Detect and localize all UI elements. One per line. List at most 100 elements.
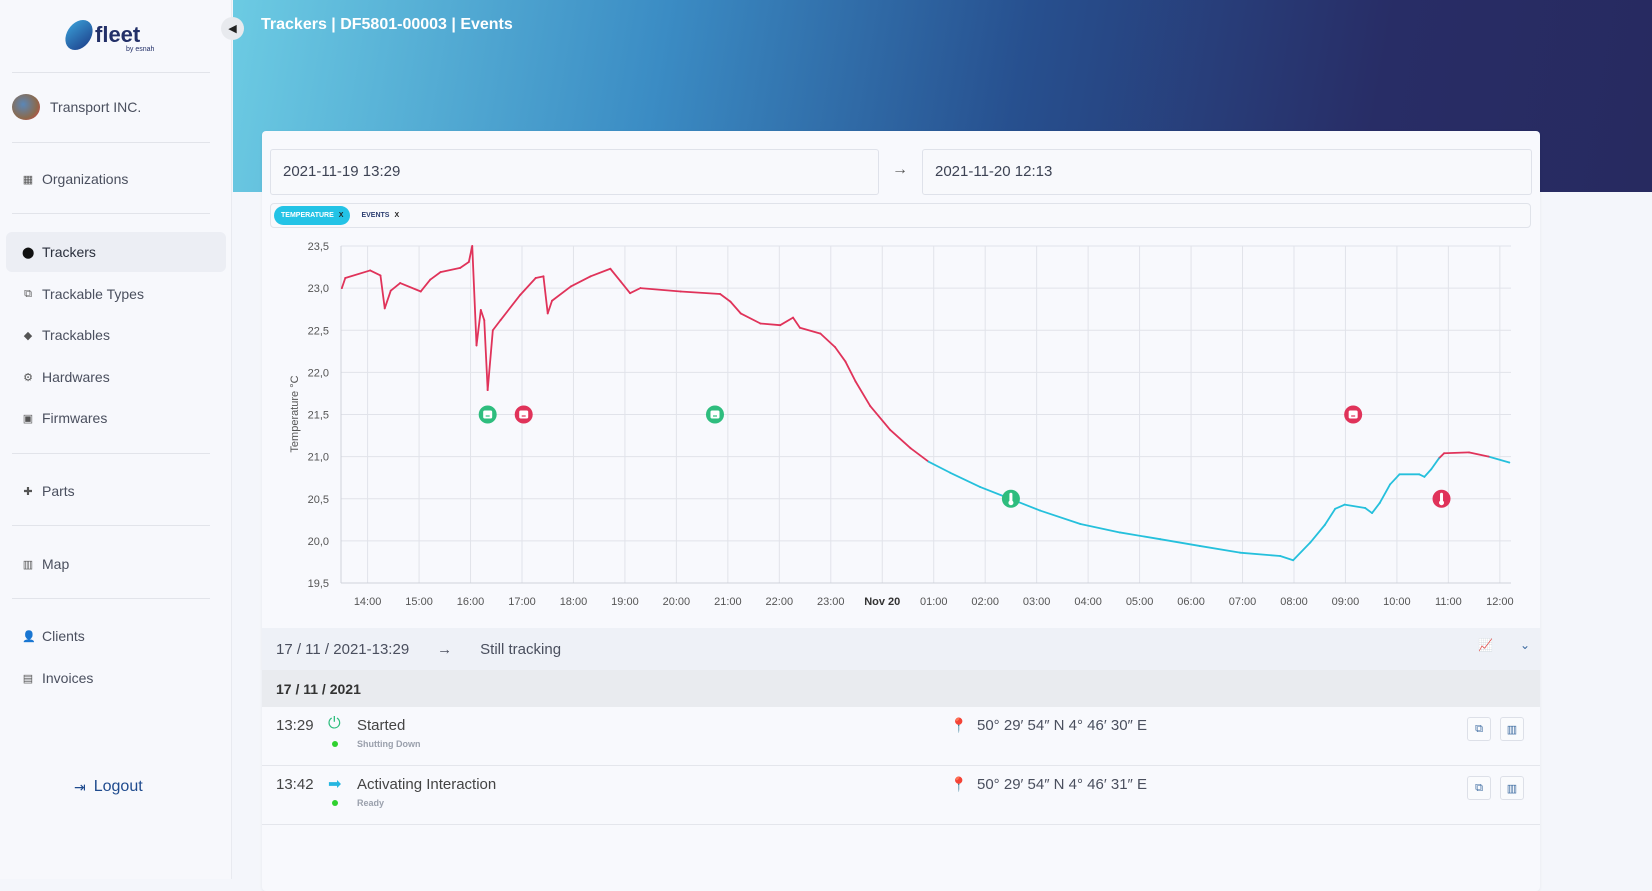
event-state: Ready [357,798,385,808]
arrow-right-icon: ➡ [328,776,342,793]
x-tick-label: 06:00 [1177,596,1205,608]
chart-toggle-icon[interactable]: 📈 [1478,638,1493,652]
thermometer-bulb [1008,500,1014,506]
temperature-data-point [1508,461,1511,464]
divider [12,213,210,214]
sidebar-item-organizations[interactable]: ▦ Organizations [6,159,226,199]
temperature-data-point [1423,475,1426,478]
temperature-data-point [1398,473,1401,476]
temperature-alert-marker[interactable] [1001,489,1020,508]
organization-switcher[interactable]: Transport INC. [12,94,141,120]
x-tick-label: 22:00 [766,596,794,608]
start-date-input[interactable]: 2021-11-19 13:29 [270,149,879,195]
nav-label: Trackers [42,244,96,260]
temperature-data-point [719,293,722,295]
nav-label: Parts [42,483,75,499]
temperature-data-point [1468,451,1470,454]
fleet-logo[interactable]: fleet by esnah [61,20,154,53]
sidebar-item-trackable-types[interactable]: ⧉ Trackable Types [6,274,226,314]
x-tick-label: 19:00 [611,596,639,608]
temperature-data-point [629,292,631,295]
temperature-chart[interactable]: 19,5 20,0 20,5 21,0 21,5 22,0 22,5 23,0 23,5 14:0… [262,236,1540,616]
sidebar-item-invoices[interactable]: ▤ Invoices [6,658,226,698]
sidebar-item-trackables[interactable]: ◆ Trackables [6,315,226,355]
chevron-down-icon[interactable]: ⌄ [1520,638,1530,652]
divider [12,72,210,73]
sidebar-item-trackers[interactable]: ⬤ Trackers [6,232,226,272]
event-row[interactable]: 13:29 ⏻ Started Shutting Down 📍 50° 29′ … [262,707,1540,766]
sidebar-item-firmwares[interactable]: ▣ Firmwares [6,398,226,438]
logo-subtext: by esnah [126,46,155,53]
temperature-data-point [475,344,478,347]
nav-label: Firmwares [42,410,108,426]
temperature-data-point [534,277,537,279]
remove-filter-icon[interactable]: X [394,212,399,219]
box-icon [1348,410,1358,419]
temperature-data-point [1364,507,1367,509]
nav-label: Trackable Types [42,286,144,302]
event-marker[interactable] [478,405,497,424]
temperature-data-point [979,486,981,488]
copy-button[interactable]: ⧉ [1467,717,1491,741]
event-coordinates: 50° 29′ 54″ N 4° 46′ 31″ E [977,776,1148,793]
tracking-end: Still tracking [480,640,562,658]
temperature-data-point [429,278,432,281]
x-tick-label: 01:00 [920,596,948,608]
map-button[interactable]: ▥ [1500,776,1524,800]
x-tick-label: 23:00 [817,596,845,608]
event-marker[interactable] [705,405,724,424]
temperature-data-point [1159,538,1162,541]
event-row[interactable]: 13:42 ➡ Activating Interaction Ready 📍 5… [262,766,1540,825]
logout-button[interactable]: ⇥ Logout [74,778,143,796]
sidebar-item-map[interactable]: ▥ Map [6,544,226,584]
y-tick-label: 19,5 [308,578,329,590]
temperature-data-point [551,299,553,302]
temperature-data-point [949,471,951,474]
x-tick-label: 12:00 [1486,596,1514,608]
x-tick-label: 05:00 [1126,596,1154,608]
event-time: 13:29 [276,717,314,734]
box-icon [710,410,720,419]
temperature-data-point [1039,509,1041,512]
power-icon: ⏻ [328,715,341,732]
temperature-data-point [792,316,794,319]
temperature-data-point [609,267,612,270]
page-title: Trackers | DF5801-00003 | Events [261,16,513,33]
nav-label: Hardwares [42,369,110,385]
temperature-data-point [419,290,422,293]
event-date-header: 17 / 11 / 2021 [262,670,1540,707]
temperature-data-point [1487,455,1490,458]
map-button[interactable]: ▥ [1500,717,1524,741]
logout-label: Logout [93,778,143,795]
x-tick-label: 14:00 [354,596,382,608]
x-tick-label: 20:00 [663,596,691,608]
temperature-data-point [542,275,545,278]
temperature-data-point [379,274,382,277]
temperature-data-point [471,245,474,247]
filter-chip-temperature[interactable]: TEMPERATURE X [274,206,351,225]
end-date-input[interactable]: 2021-11-20 12:13 [922,149,1532,195]
x-tick-label: 17:00 [508,596,536,608]
map-pin-icon: 📍 [950,717,968,733]
tracking-summary-bar[interactable]: 17 / 11 / 2021-13:29 → Still tracking 📈 … [262,628,1540,670]
temperature-alert-marker[interactable] [1432,489,1451,508]
collapse-sidebar-button[interactable]: ◀ [221,17,244,40]
copy-button[interactable]: ⧉ [1467,776,1491,800]
temperature-data-point [491,329,494,332]
remove-filter-icon[interactable]: X [339,212,344,219]
sidebar-item-parts[interactable]: ✚ Parts [6,471,226,511]
tag-icon: ◆ [23,329,33,342]
filter-chip-events[interactable]: EVENTS X [354,206,406,225]
temperature-data-point [519,293,522,296]
event-marker[interactable] [1344,405,1363,424]
temperature-data-point [499,319,502,322]
temperature-data-point [739,312,742,315]
sidebar-item-clients[interactable]: 👤 Clients [6,616,226,656]
temperature-data-point [679,290,682,293]
nav-label: Trackables [42,327,110,343]
temperature-data-point [1378,502,1381,504]
sidebar-item-hardwares[interactable]: ⚙ Hardwares [6,357,226,397]
event-marker[interactable] [514,405,533,424]
status-dot [332,741,338,747]
invoice-icon: ▤ [22,672,34,685]
